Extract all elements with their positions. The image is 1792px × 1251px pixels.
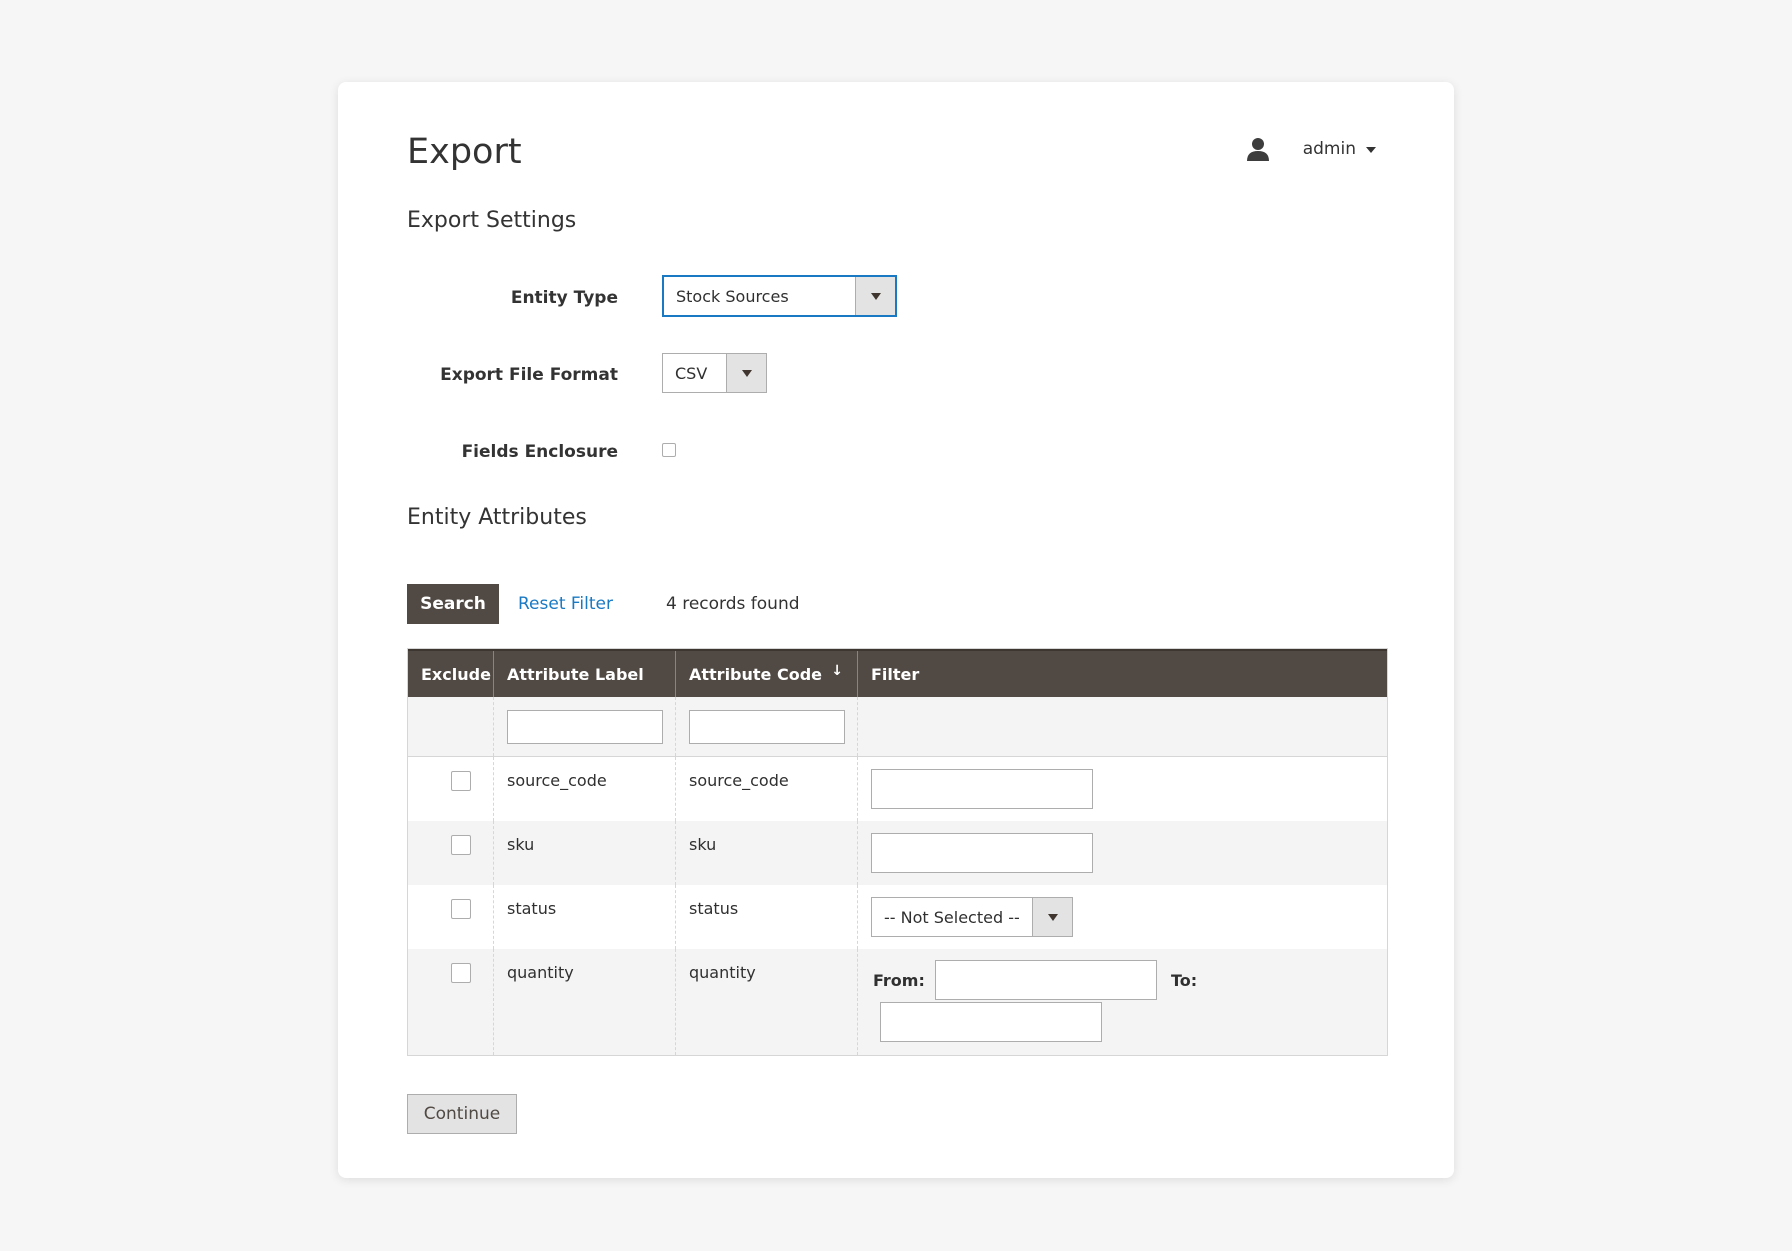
label-cell: status	[494, 885, 676, 949]
code-cell: source_code	[676, 757, 858, 821]
label-cell: quantity	[494, 949, 676, 1055]
export-settings-heading: Export Settings	[407, 208, 577, 233]
chevron-down-icon	[741, 369, 752, 377]
exclude-checkbox[interactable]	[451, 771, 471, 791]
table-row: source_code source_code	[408, 757, 1387, 821]
user-icon	[1246, 138, 1269, 161]
grid-header: Exclude Attribute Label Attribute Code ↓…	[408, 649, 1387, 697]
column-attribute-code[interactable]: Attribute Code ↓	[676, 651, 858, 697]
label-cell: source_code	[494, 757, 676, 821]
code-cell: quantity	[676, 949, 858, 1055]
attributes-grid: Exclude Attribute Label Attribute Code ↓…	[407, 648, 1388, 1056]
table-row: quantity quantity From: To:	[408, 949, 1387, 1055]
exclude-cell	[408, 885, 494, 949]
range-from-label: From:	[873, 971, 925, 990]
exclude-cell	[408, 821, 494, 885]
sort-arrow-icon: ↓	[831, 663, 843, 679]
fields-enclosure-label: Fields Enclosure	[461, 442, 618, 462]
table-row: sku sku	[408, 821, 1387, 885]
exclude-checkbox[interactable]	[451, 899, 471, 919]
table-row: status status -- Not Selected --	[408, 885, 1387, 949]
chevron-down-icon	[870, 292, 881, 300]
attribute-label: sku	[507, 835, 535, 854]
attribute-label: status	[507, 899, 557, 918]
label-cell: sku	[494, 821, 676, 885]
column-filter: Filter	[871, 664, 920, 684]
filter-cell: From: To:	[858, 949, 1387, 1055]
records-count: 4 records found	[666, 594, 800, 614]
column-exclude[interactable]: Exclude	[408, 651, 494, 697]
attribute-label: source_code	[507, 771, 607, 790]
file-format-select[interactable]: CSV	[662, 353, 767, 393]
attribute-label: quantity	[507, 963, 574, 982]
status-filter-value: -- Not Selected --	[884, 907, 1020, 927]
quantity-from-input[interactable]	[935, 960, 1157, 1000]
username: admin	[1302, 139, 1356, 159]
exclude-cell	[408, 757, 494, 821]
exclude-checkbox[interactable]	[451, 963, 471, 983]
code-cell: sku	[676, 821, 858, 885]
attribute-code: source_code	[689, 771, 789, 790]
filter-cell	[858, 757, 1387, 821]
filter-cell-empty	[858, 697, 1387, 756]
entity-type-value: Stock Sources	[676, 286, 789, 306]
fields-enclosure-checkbox[interactable]	[662, 443, 676, 457]
source-code-filter-input[interactable]	[871, 769, 1093, 809]
column-attribute-code-label: Attribute Code	[689, 664, 823, 684]
filter-cell: -- Not Selected --	[858, 885, 1387, 949]
exclude-checkbox[interactable]	[451, 835, 471, 855]
dropdown-button	[726, 354, 766, 392]
dropdown-button	[855, 277, 895, 315]
attribute-label-filter-input[interactable]	[507, 710, 663, 744]
dropdown-button	[1032, 898, 1072, 936]
sku-filter-input[interactable]	[871, 833, 1093, 873]
file-format-value: CSV	[675, 363, 708, 383]
user-menu[interactable]: admin	[1245, 136, 1376, 162]
attribute-code-filter-input[interactable]	[689, 710, 845, 744]
filter-cell-empty	[408, 697, 494, 756]
attribute-code: status	[689, 899, 739, 918]
filter-cell-code	[676, 697, 858, 756]
entity-type-label: Entity Type	[510, 288, 618, 308]
attribute-code: quantity	[689, 963, 756, 982]
entity-attributes-heading: Entity Attributes	[407, 505, 587, 530]
file-format-label: Export File Format	[440, 365, 618, 385]
quantity-to-input[interactable]	[880, 1002, 1102, 1042]
export-panel: Export admin Export Settings Entity Type…	[338, 82, 1454, 1178]
status-filter-select[interactable]: -- Not Selected --	[871, 897, 1073, 937]
filter-row	[408, 697, 1387, 757]
page-title: Export	[407, 132, 522, 172]
attribute-code: sku	[689, 835, 717, 854]
column-attribute-label[interactable]: Attribute Label	[494, 651, 676, 697]
exclude-cell	[408, 949, 494, 1055]
chevron-down-icon	[1047, 913, 1058, 921]
code-cell: status	[676, 885, 858, 949]
chevron-down-icon	[1366, 147, 1376, 153]
filter-cell	[858, 821, 1387, 885]
continue-button[interactable]: Continue	[407, 1094, 517, 1134]
search-button[interactable]: Search	[407, 584, 499, 624]
reset-filter-link[interactable]: Reset Filter	[518, 594, 613, 614]
entity-type-select[interactable]: Stock Sources	[662, 275, 897, 317]
filter-cell-label	[494, 697, 676, 756]
range-to-label: To:	[1171, 971, 1198, 990]
